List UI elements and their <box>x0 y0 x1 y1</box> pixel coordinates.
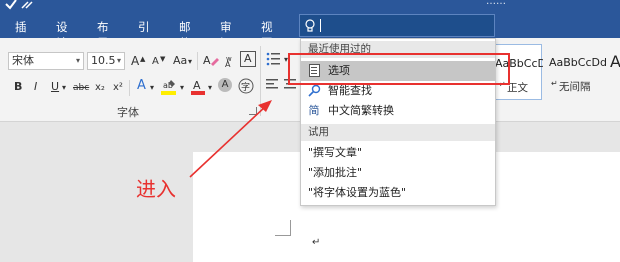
style-no-spacing[interactable]: AaBbCcDd 无间隔 ↵ A <box>543 44 620 100</box>
divider <box>129 80 130 96</box>
character-shading-icon[interactable]: A <box>218 78 232 92</box>
crop-mark <box>290 220 291 236</box>
bullets-icon[interactable] <box>266 52 284 66</box>
tab-mailings[interactable]: 邮件 <box>179 18 191 50</box>
paragraph-mark-icon: ↵ <box>312 237 321 248</box>
divider <box>260 46 261 116</box>
shrink-font-icon[interactable]: A <box>152 55 159 69</box>
grow-font-icon[interactable]: A <box>131 54 139 68</box>
chevron-down-icon[interactable]: ▾ <box>76 53 80 69</box>
tell-me-dropdown: 最近使用过的 选项 智能查找 简 中文简繁转换 试用 "撰写文章" "添加批注"… <box>300 38 496 206</box>
chevron-down-icon[interactable]: ▾ <box>188 55 192 69</box>
svg-text:A: A <box>225 60 231 68</box>
svg-text:字: 字 <box>241 81 250 93</box>
menu-item-suggestion[interactable]: "撰写文章" <box>301 143 495 163</box>
character-border-icon[interactable]: A <box>240 51 256 67</box>
tab-view[interactable]: 视图 <box>261 18 273 50</box>
menu-item-label: 中文简繁转换 <box>328 104 394 117</box>
try-header: 试用 <box>301 124 495 141</box>
font-dialog-launcher-icon[interactable] <box>249 107 257 115</box>
enclose-characters-icon[interactable]: 字 <box>238 78 254 94</box>
menu-item-suggestion[interactable]: "将字体设置为蓝色" <box>301 183 495 203</box>
style-normal-label: 正文 <box>507 82 528 94</box>
font-color-icon[interactable]: A <box>190 78 206 96</box>
chevron-down-icon[interactable]: ▾ <box>180 81 184 95</box>
chevron-down-icon[interactable]: ▾ <box>117 53 121 69</box>
svg-text:A: A <box>193 79 201 92</box>
text-effects-icon[interactable]: A <box>137 79 146 93</box>
underline-button[interactable]: U <box>51 80 59 94</box>
superscript-button[interactable]: x² <box>113 81 123 95</box>
style-no-spacing-sample: AaBbCcDd <box>549 56 607 69</box>
bold-button[interactable]: B <box>14 80 22 94</box>
shrink-font-arrow-icon: ▼ <box>160 55 166 63</box>
menu-item-label: 选项 <box>328 64 350 77</box>
align-center-icon[interactable] <box>284 79 298 91</box>
crop-mark <box>275 235 291 236</box>
chevron-down-icon[interactable]: ▾ <box>150 81 154 95</box>
tab-references[interactable]: 引用 <box>138 18 150 50</box>
tab-layout[interactable]: 布局 <box>97 18 109 50</box>
tab-design[interactable]: 设计 <box>56 18 68 50</box>
menu-item-chinese-conversion[interactable]: 简 中文简繁转换 <box>301 101 495 121</box>
lightbulb-icon <box>305 19 315 32</box>
tab-insert[interactable]: 插入 <box>15 18 27 50</box>
strikethrough-button[interactable]: abc <box>73 81 89 95</box>
quick-access-icons[interactable] <box>4 0 44 10</box>
svg-text:A: A <box>203 54 211 67</box>
font-name-combo[interactable]: 宋体 ▾ <box>8 52 84 70</box>
menu-item-options[interactable]: 选项 <box>301 61 495 81</box>
chinese-conversion-icon: 简 <box>308 104 320 117</box>
align-left-icon[interactable] <box>266 79 280 91</box>
style-heading-sample-icon: A <box>610 52 620 71</box>
grow-font-arrow-icon: ▲ <box>140 55 146 63</box>
paragraph-mark-icon: ↵ <box>551 79 558 88</box>
divider <box>197 52 198 70</box>
menu-item-suggestion[interactable]: "添加批注" <box>301 163 495 183</box>
font-size-value: 10.5 <box>91 54 116 67</box>
menu-item-label: 智能查找 <box>328 84 372 97</box>
ribbon-tab-bar: …… 插入 设计 布局 引用 邮件 审阅 视图 <box>0 0 620 50</box>
change-case-button[interactable]: Aa <box>173 54 187 68</box>
clear-formatting-icon[interactable]: A <box>203 52 219 68</box>
chevron-down-icon[interactable]: ▾ <box>62 81 66 95</box>
chevron-down-icon[interactable]: ▾ <box>208 81 212 95</box>
font-group-label: 字体 <box>117 106 139 119</box>
subscript-button[interactable]: x₂ <box>95 81 105 95</box>
font-size-combo[interactable]: 10.5 ▾ <box>87 52 125 70</box>
annotation-label: 进入 <box>136 177 176 201</box>
highlight-color-icon[interactable]: ab <box>160 78 178 96</box>
italic-button[interactable]: I <box>34 80 37 94</box>
tell-me-caret <box>320 19 321 32</box>
phonetic-guide-icon[interactable]: w A <box>222 52 238 68</box>
paragraph-mark-icon: ↵ <box>499 80 506 89</box>
font-name-value: 宋体 <box>12 54 34 67</box>
tell-me-search-box[interactable] <box>299 14 495 37</box>
menu-item-smart-lookup[interactable]: 智能查找 <box>301 81 495 101</box>
recent-header: 最近使用过的 <box>301 41 495 58</box>
style-no-spacing-label: 无间隔 <box>559 81 591 93</box>
chevron-down-icon[interactable]: ▾ <box>284 53 288 67</box>
tab-review[interactable]: 审阅 <box>220 18 232 50</box>
account-name[interactable]: …… <box>486 0 506 7</box>
